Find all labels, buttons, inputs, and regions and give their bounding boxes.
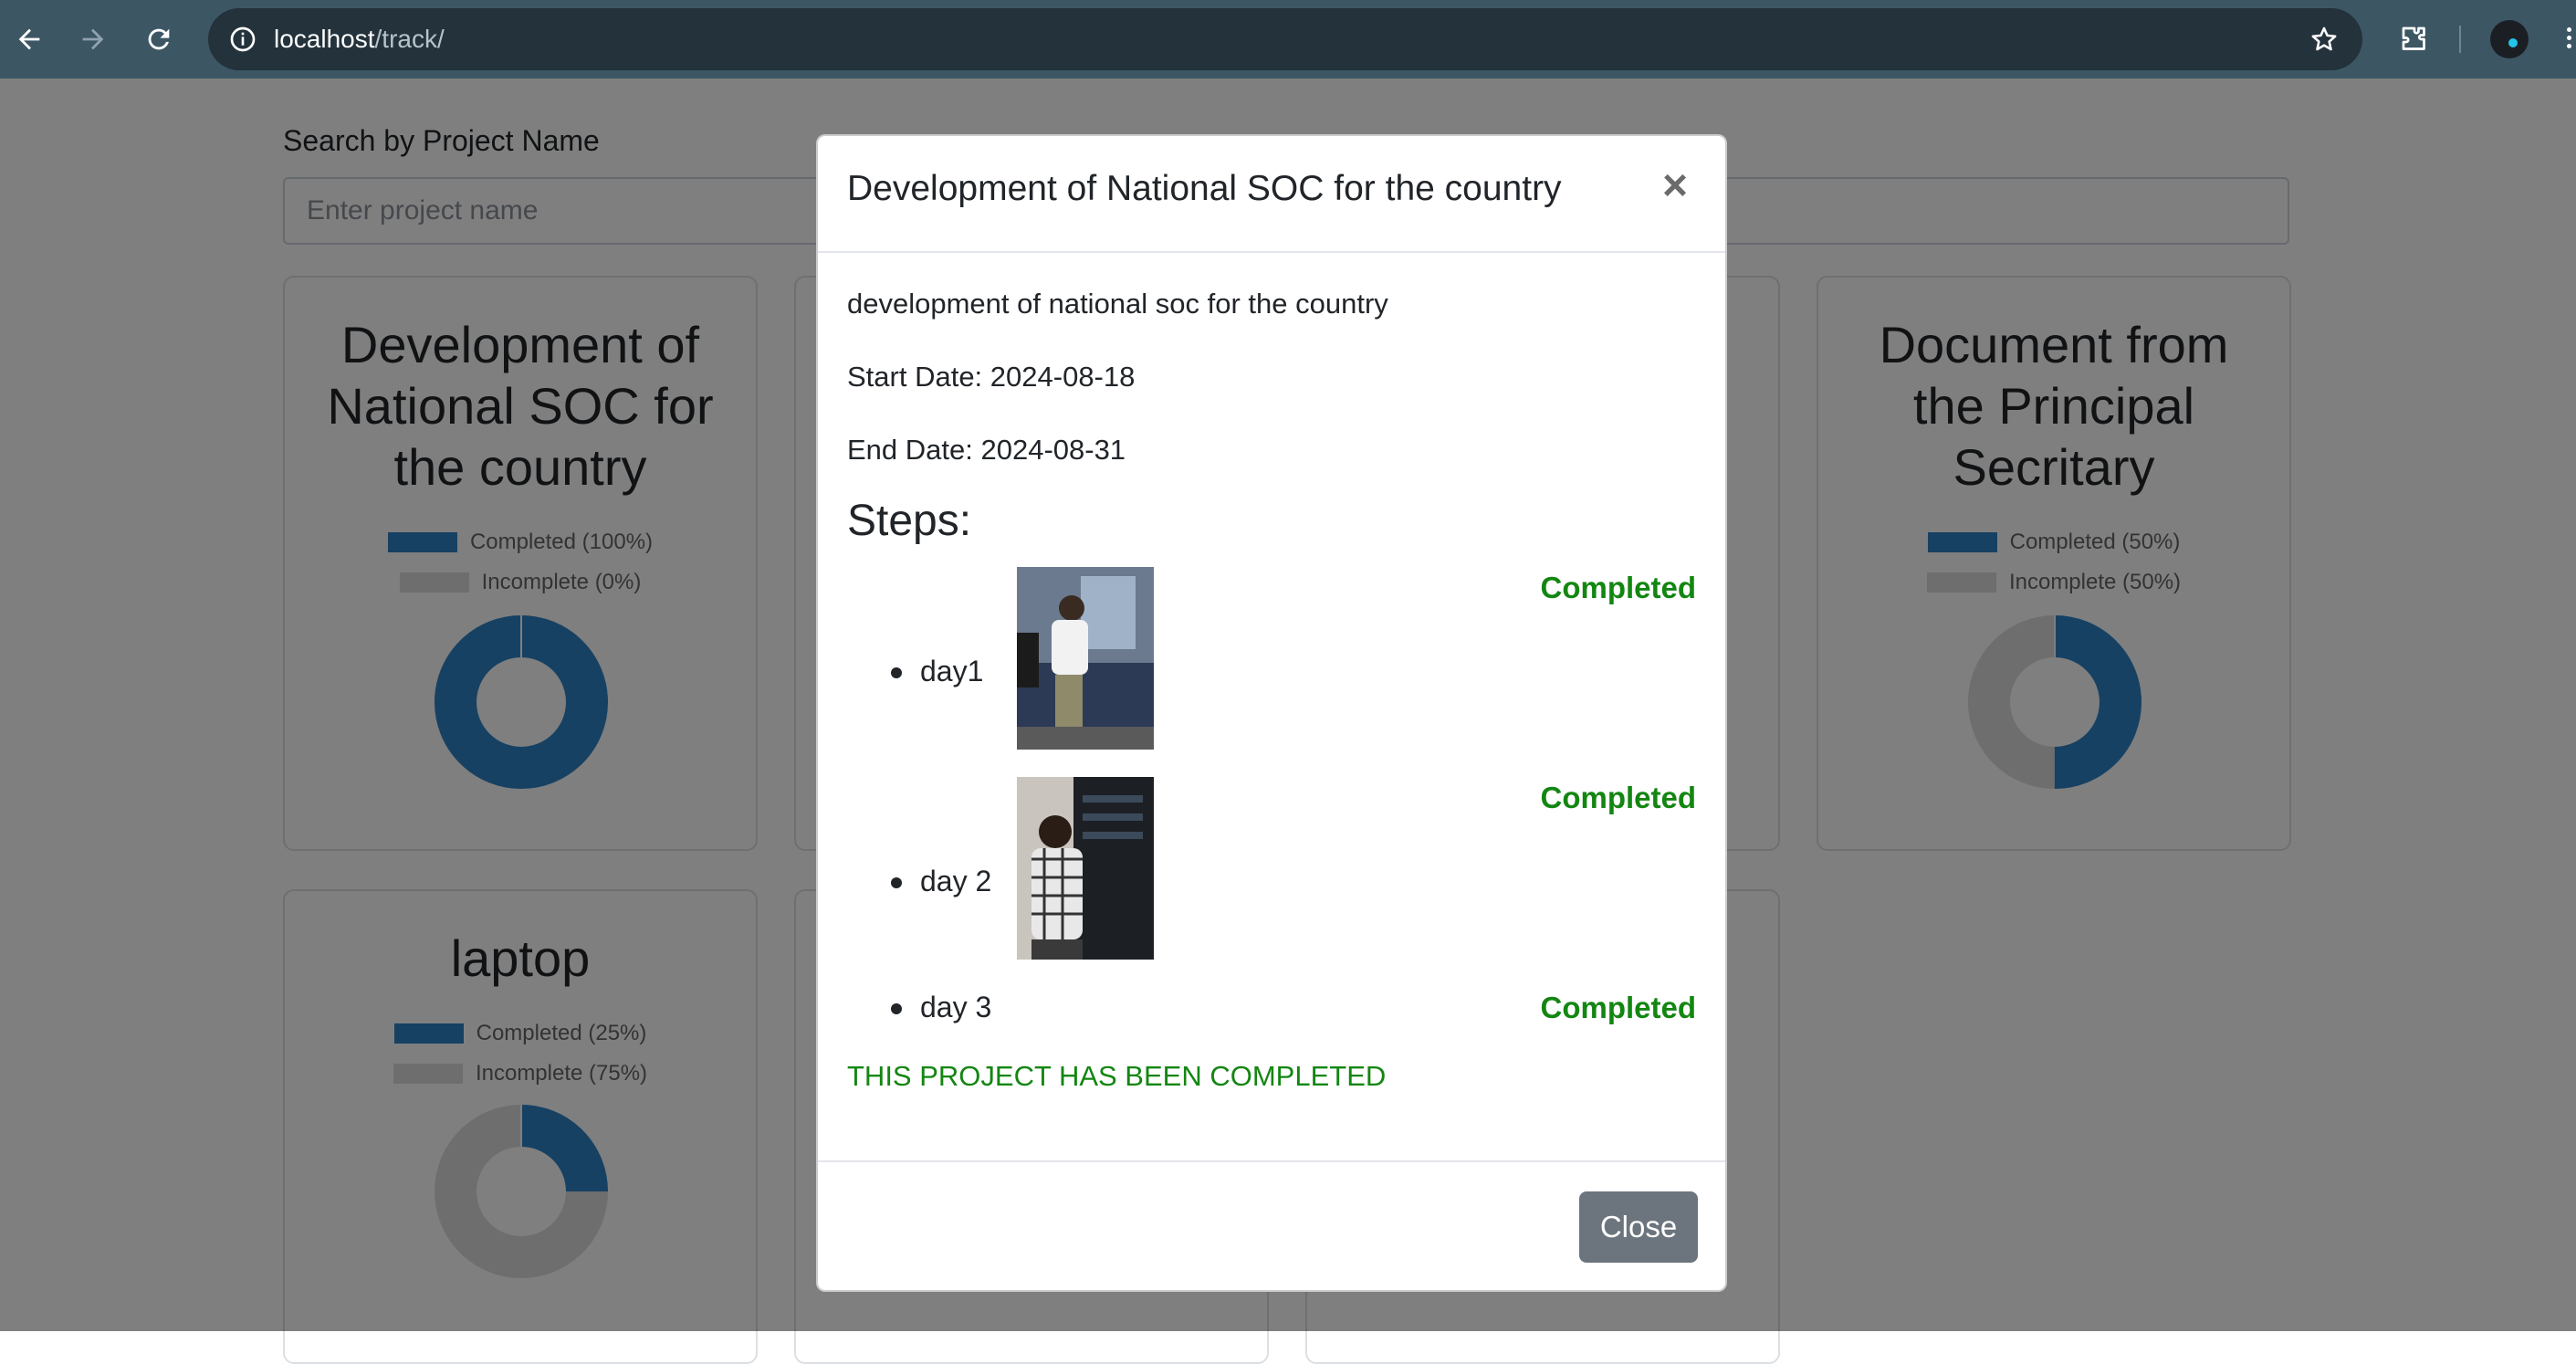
url-text: localhost/track/ [274,8,445,70]
bullet [891,1003,902,1014]
browser-toolbar: localhost/track/ [0,0,2576,79]
reload-icon [148,28,170,50]
address-bar[interactable]: localhost/track/ [208,8,2362,70]
toolbar-divider [2459,26,2461,53]
forward-arrow-icon [82,28,104,50]
step-status: Completed [1540,991,1696,1024]
step-name: day 3 [920,991,992,1023]
step-status: Completed [1540,781,1696,814]
step-item: day1 Completed [847,567,1696,750]
url-host: localhost [274,25,375,53]
close-icon[interactable]: × [1652,163,1698,209]
step-name: day 2 [920,865,992,897]
close-button[interactable]: Close [1579,1191,1698,1263]
reload-button[interactable] [131,12,186,67]
modal-header: Development of National SOC for the coun… [818,136,1725,253]
extensions-icon[interactable] [2392,16,2437,62]
url-path: /track/ [374,25,445,53]
modal-footer: Close [818,1160,1725,1294]
step-status: Completed [1540,571,1696,604]
completion-message: THIS PROJECT HAS BEEN COMPLETED [847,1060,1387,1092]
bookmark-star-icon[interactable] [2306,21,2342,58]
profile-avatar[interactable] [2490,20,2529,58]
step-photo[interactable] [1017,777,1154,960]
back-button[interactable] [2,12,57,67]
step-photo[interactable] [1017,567,1154,750]
forward-button[interactable] [66,12,120,67]
bullet [891,667,902,678]
start-date: Start Date: 2024-08-18 [847,361,1136,393]
step-item: day 3 Completed [847,987,1696,1033]
project-description: development of national soc for the coun… [847,288,1388,320]
steps-heading: Steps: [847,497,972,545]
menu-kebab-icon[interactable] [2561,24,2576,55]
end-date: End Date: 2024-08-31 [847,434,1126,466]
bullet [891,877,902,888]
step-name: day1 [920,655,984,687]
modal-title: Development of National SOC for the coun… [847,169,1562,208]
step-item: day 2 Completed [847,777,1696,960]
site-info-icon[interactable] [225,21,261,58]
project-details-modal: Development of National SOC for the coun… [816,134,1727,1292]
back-arrow-icon [18,28,40,50]
